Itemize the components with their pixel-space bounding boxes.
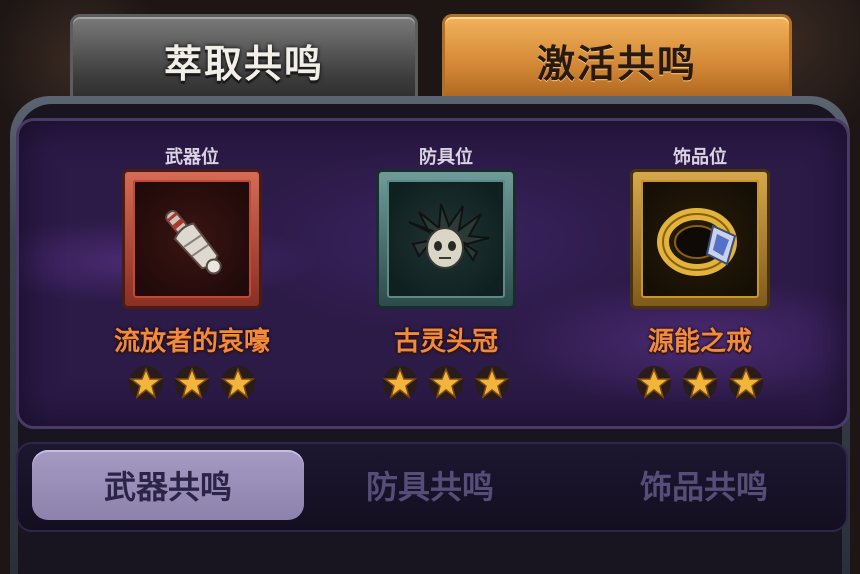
subtab-weapon-resonance[interactable]: 武器共鸣 bbox=[32, 450, 304, 520]
slot-armor-label: 防具位 bbox=[419, 147, 473, 168]
star-icon bbox=[728, 366, 764, 400]
slot-accessory[interactable]: 饰品位 源能之戒 bbox=[585, 121, 815, 426]
weapon-item-frame[interactable] bbox=[122, 169, 262, 309]
tab-activate-resonance[interactable]: 激活共鸣 bbox=[442, 14, 792, 103]
slot-weapon-label: 武器位 bbox=[165, 147, 219, 168]
slot-armor[interactable]: 防具位 古灵头冠 bbox=[331, 121, 561, 426]
resonance-subtab-bar: 武器共鸣 防具共鸣 饰品共鸣 bbox=[16, 442, 848, 532]
bone-club-icon bbox=[165, 210, 222, 275]
armor-item-name: 古灵头冠 bbox=[393, 327, 498, 357]
star-icon bbox=[428, 366, 464, 400]
star-icon bbox=[474, 366, 510, 400]
equipment-slots-panel: 武器位 流放者的哀嚎 防具位 古灵头冠 饰品位 源能之戒 bbox=[16, 118, 850, 429]
slot-accessory-label: 饰品位 bbox=[673, 147, 727, 168]
accessory-item-name: 源能之戒 bbox=[647, 327, 752, 357]
star-icon bbox=[220, 366, 256, 400]
accessory-star-rating bbox=[585, 365, 815, 401]
armor-item-frame[interactable] bbox=[376, 169, 516, 309]
weapon-star-rating bbox=[77, 365, 307, 401]
feathered-crown-icon bbox=[408, 203, 490, 269]
subtab-accessory-resonance[interactable]: 饰品共鸣 bbox=[568, 450, 840, 520]
star-icon bbox=[682, 366, 718, 400]
tab-activate-label: 激活共鸣 bbox=[536, 41, 697, 86]
weapon-item-name: 流放者的哀嚎 bbox=[113, 327, 270, 357]
star-icon bbox=[128, 366, 164, 400]
star-icon bbox=[636, 366, 672, 400]
accessory-item-frame[interactable] bbox=[630, 169, 770, 309]
star-icon bbox=[382, 366, 418, 400]
armor-star-rating bbox=[331, 365, 561, 401]
tab-extract-resonance[interactable]: 萃取共鸣 bbox=[70, 14, 418, 103]
tab-extract-label: 萃取共鸣 bbox=[163, 41, 324, 86]
slot-weapon[interactable]: 武器位 流放者的哀嚎 bbox=[77, 121, 307, 426]
subtab-armor-resonance[interactable]: 防具共鸣 bbox=[294, 450, 566, 520]
gold-ring-icon bbox=[657, 208, 737, 276]
star-icon bbox=[174, 366, 210, 400]
